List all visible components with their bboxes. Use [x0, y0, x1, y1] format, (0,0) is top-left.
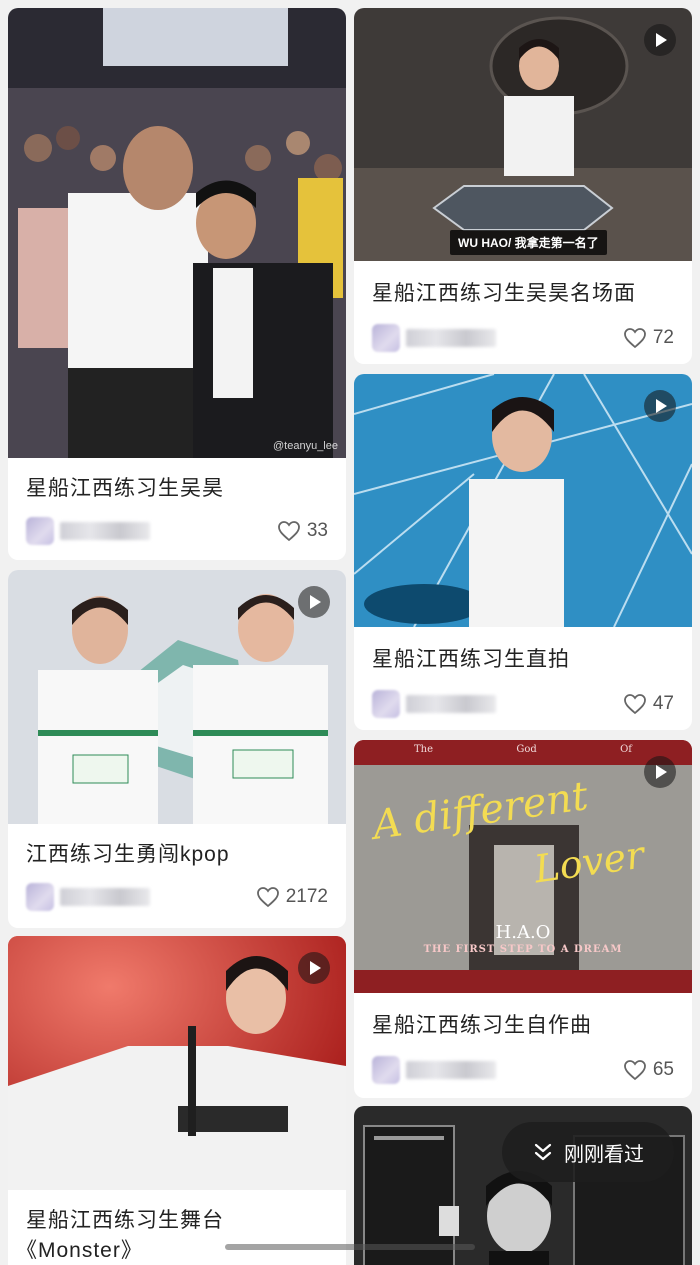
- card-meta: 65: [354, 1053, 692, 1087]
- photo-blue-stage-image: [354, 374, 692, 627]
- like-count: 47: [652, 693, 674, 714]
- recently-viewed-label: 刚刚看过: [564, 1143, 644, 1166]
- poster-top-words: The God Of: [354, 744, 692, 755]
- feed-card[interactable]: WU HAO/ 我拿走第一名了 星船江西练习生吴昊名场面 72: [354, 8, 692, 364]
- avatar[interactable]: [26, 883, 54, 911]
- heart-icon[interactable]: [623, 327, 647, 349]
- photo-stage-image: [8, 936, 346, 1190]
- avatar[interactable]: [372, 1056, 400, 1084]
- photo-trainees-image: [8, 570, 346, 824]
- like-counter[interactable]: 33: [277, 520, 328, 542]
- like-count: 2172: [285, 886, 328, 907]
- card-title[interactable]: 星船江西练习生吴昊名场面: [354, 279, 692, 309]
- feed-card[interactable]: @teanyu_lee 星船江西练习生吴昊 33: [8, 8, 346, 560]
- image-watermark: @teanyu_lee: [273, 440, 338, 452]
- video-caption-overlay: WU HAO/ 我拿走第一名了: [450, 230, 607, 255]
- card-meta: 47: [354, 687, 692, 721]
- author-name-blurred[interactable]: [406, 1061, 496, 1079]
- like-counter[interactable]: 72: [623, 327, 674, 349]
- heart-icon[interactable]: [277, 520, 301, 542]
- feed-card[interactable]: 星船江西练习生直拍 47: [354, 374, 692, 730]
- author-info[interactable]: [372, 1056, 496, 1084]
- home-indicator[interactable]: [225, 1244, 475, 1250]
- play-icon[interactable]: [298, 952, 330, 984]
- card-meta: 72: [354, 321, 692, 355]
- card-title[interactable]: 星船江西练习生自作曲: [354, 1011, 692, 1041]
- poster-artist: H.A.O: [495, 922, 551, 943]
- author-info[interactable]: [26, 517, 150, 545]
- feed-card[interactable]: The God Of A different Lover H.A.O THE F…: [354, 740, 692, 1098]
- author-name-blurred[interactable]: [406, 695, 496, 713]
- double-chevron-down-icon: [534, 1143, 552, 1161]
- recently-viewed-button[interactable]: 刚刚看过: [502, 1122, 674, 1182]
- card-title-line1[interactable]: 星船江西练习生舞台: [8, 1206, 346, 1236]
- card-thumbnail[interactable]: [354, 374, 692, 627]
- play-icon[interactable]: [644, 390, 676, 422]
- author-info[interactable]: [372, 324, 496, 352]
- feed-card[interactable]: 江西练习生勇闯kpop 2172: [8, 570, 346, 928]
- like-counter[interactable]: 2172: [256, 886, 328, 908]
- card-title[interactable]: 江西练习生勇闯kpop: [8, 840, 346, 870]
- play-icon[interactable]: [644, 756, 676, 788]
- author-info[interactable]: [26, 883, 150, 911]
- card-title[interactable]: 星船江西练习生直拍: [354, 645, 692, 675]
- like-count: 72: [652, 327, 674, 348]
- card-title-line2[interactable]: 《Monster》: [8, 1236, 346, 1265]
- avatar[interactable]: [26, 517, 54, 545]
- card-thumbnail[interactable]: [8, 570, 346, 824]
- card-thumbnail[interactable]: [8, 936, 346, 1190]
- avatar[interactable]: [372, 324, 400, 352]
- heart-icon[interactable]: [623, 1059, 647, 1081]
- heart-icon[interactable]: [256, 886, 280, 908]
- author-name-blurred[interactable]: [406, 329, 496, 347]
- play-icon[interactable]: [644, 24, 676, 56]
- poster-word: Of: [620, 744, 632, 755]
- like-count: 65: [652, 1059, 674, 1080]
- author-info[interactable]: [372, 690, 496, 718]
- avatar[interactable]: [372, 690, 400, 718]
- poster-tagline: THE FIRST STEP TO A DREAM: [423, 944, 623, 955]
- like-count: 33: [306, 520, 328, 541]
- play-icon[interactable]: [298, 586, 330, 618]
- card-meta: 2172: [8, 880, 346, 914]
- photo-debut-stage-image: [354, 8, 692, 261]
- card-title[interactable]: 星船江西练习生吴昊: [8, 474, 346, 504]
- card-thumbnail[interactable]: @teanyu_lee: [8, 8, 346, 458]
- heart-icon[interactable]: [623, 693, 647, 715]
- card-meta: 33: [8, 514, 346, 548]
- card-thumbnail[interactable]: WU HAO/ 我拿走第一名了: [354, 8, 692, 261]
- author-name-blurred[interactable]: [60, 522, 150, 540]
- poster-word: The: [414, 744, 434, 755]
- feed-card[interactable]: 星船江西练习生舞台 《Monster》: [8, 936, 346, 1265]
- like-counter[interactable]: 65: [623, 1059, 674, 1081]
- photo-crowd-image: [8, 8, 346, 458]
- author-name-blurred[interactable]: [60, 888, 150, 906]
- card-thumbnail[interactable]: The God Of A different Lover H.A.O THE F…: [354, 740, 692, 993]
- poster-word: God: [516, 744, 537, 755]
- like-counter[interactable]: 47: [623, 693, 674, 715]
